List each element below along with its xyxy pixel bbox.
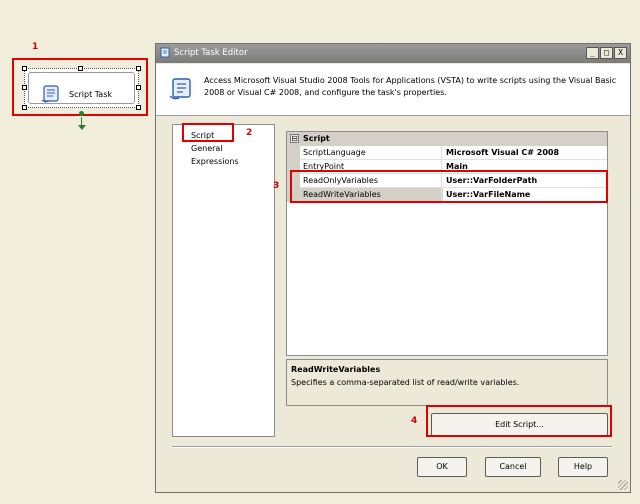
arrow-down-icon bbox=[78, 125, 86, 130]
script-task-node[interactable]: Script Task bbox=[22, 66, 141, 110]
highlight-box-variables bbox=[290, 170, 608, 203]
nav-item-general[interactable]: General bbox=[191, 144, 223, 153]
cancel-button[interactable]: Cancel bbox=[485, 457, 541, 477]
minimize-button[interactable]: _ bbox=[586, 47, 599, 59]
script-icon bbox=[169, 78, 191, 100]
resize-handle[interactable] bbox=[22, 105, 27, 110]
resize-handle[interactable] bbox=[22, 85, 27, 90]
category-row[interactable]: ⊟ Script bbox=[287, 132, 607, 146]
annotation-4: 4 bbox=[411, 416, 418, 426]
separator bbox=[172, 446, 612, 448]
ok-button[interactable]: OK bbox=[417, 457, 467, 477]
resize-handle[interactable] bbox=[78, 66, 83, 71]
category-label: Script bbox=[303, 134, 330, 143]
task-body: Script Task bbox=[28, 72, 135, 104]
task-label: Script Task bbox=[69, 90, 113, 99]
maximize-button[interactable]: □ bbox=[600, 47, 613, 59]
annotation-3: 3 bbox=[273, 181, 280, 191]
property-name: ScriptLanguage bbox=[301, 146, 442, 160]
resize-handle[interactable] bbox=[136, 66, 141, 71]
workspace: 1 Script Task Script Task Editor _ □ X A… bbox=[0, 0, 640, 504]
highlight-box-edit-script bbox=[426, 405, 612, 437]
annotation-2: 2 bbox=[246, 128, 253, 138]
property-grid: ⊟ Script ScriptLanguage Microsoft Visual… bbox=[286, 131, 608, 356]
close-button[interactable]: X bbox=[614, 47, 627, 59]
nav-panel: Script General Expressions bbox=[172, 124, 275, 437]
description-panel: ReadWriteVariables Specifies a comma-sep… bbox=[286, 359, 608, 406]
script-icon bbox=[160, 47, 170, 58]
title-bar[interactable]: Script Task Editor _ □ X bbox=[156, 44, 630, 63]
description-text: Specifies a comma-separated list of read… bbox=[291, 378, 520, 387]
highlight-box-nav bbox=[182, 123, 234, 142]
property-value[interactable]: Microsoft Visual C# 2008 bbox=[443, 146, 607, 160]
resize-handle[interactable] bbox=[136, 85, 141, 90]
dialog-header: Access Microsoft Visual Studio 2008 Tool… bbox=[156, 64, 630, 116]
script-icon bbox=[41, 85, 59, 103]
resize-grip-icon[interactable] bbox=[618, 480, 628, 490]
row-gutter bbox=[287, 146, 300, 160]
header-description: Access Microsoft Visual Studio 2008 Tool… bbox=[204, 76, 617, 97]
connector-dot[interactable] bbox=[79, 111, 84, 116]
help-button[interactable]: Help bbox=[558, 457, 608, 477]
nav-item-expressions[interactable]: Expressions bbox=[191, 157, 239, 166]
annotation-1: 1 bbox=[32, 42, 39, 52]
property-row-script-language[interactable]: ScriptLanguage Microsoft Visual C# 2008 bbox=[287, 146, 607, 160]
window-title: Script Task Editor bbox=[174, 48, 248, 58]
description-title: ReadWriteVariables bbox=[291, 365, 381, 374]
resize-handle[interactable] bbox=[22, 66, 27, 71]
collapse-icon[interactable]: ⊟ bbox=[290, 134, 299, 143]
resize-handle[interactable] bbox=[136, 105, 141, 110]
